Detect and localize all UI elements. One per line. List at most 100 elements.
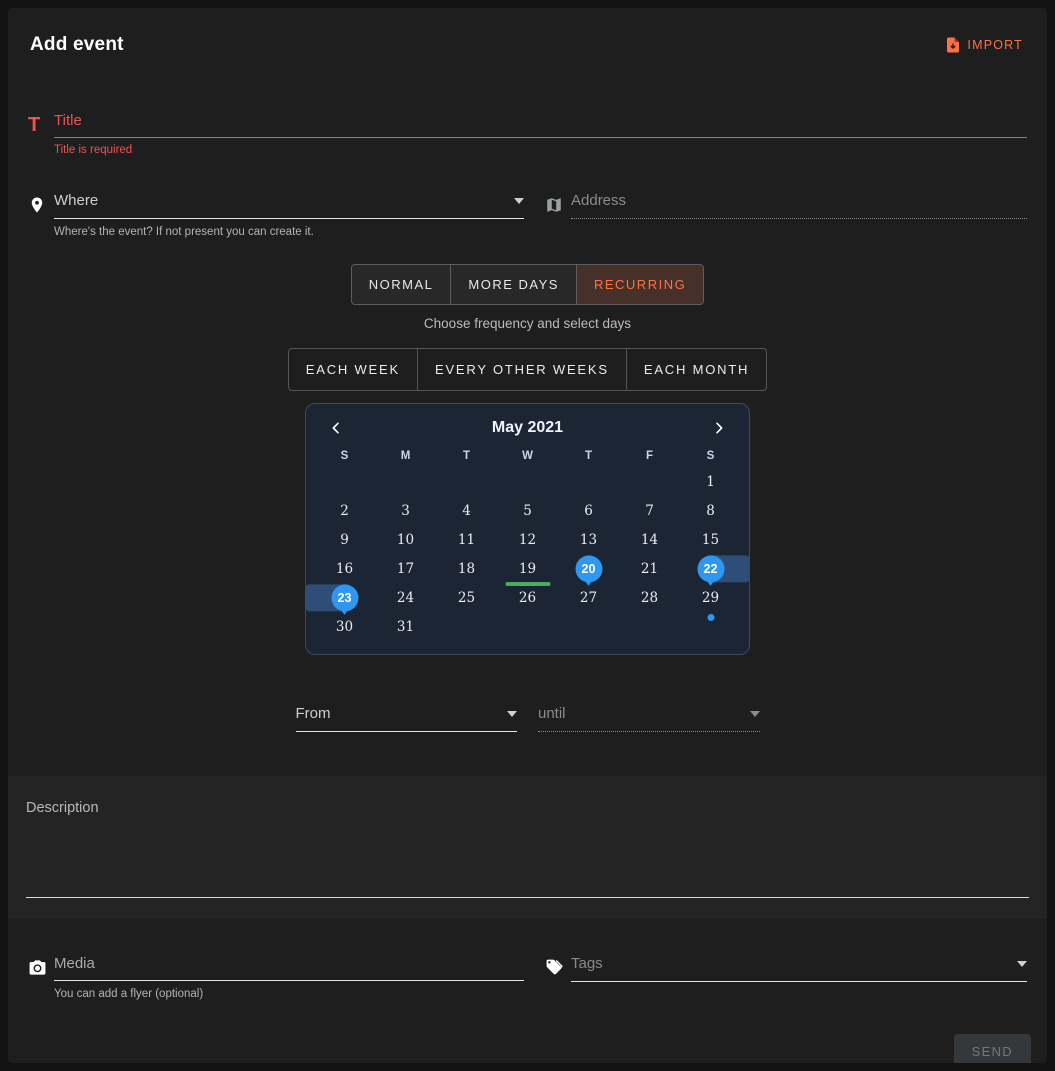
calendar-day-number: 31 [397,619,414,635]
calendar-day[interactable]: 6 [558,497,619,526]
send-button[interactable]: SEND [954,1034,1031,1063]
description-textarea[interactable] [26,800,1029,898]
chevron-down-icon [514,198,524,204]
calendar-day[interactable]: 13 [558,526,619,555]
calendar-day-number: 13 [580,532,597,548]
calendar-day-number: 1 [706,474,715,490]
calendar-day[interactable]: 2 [314,497,375,526]
calendar-day[interactable]: 31 [375,613,436,642]
calendar-day-empty [558,613,619,642]
calendar-day[interactable]: 14 [619,526,680,555]
calendar-day[interactable]: 24 [375,584,436,613]
page-title: Add event [30,34,124,56]
calendar-day-empty [375,468,436,497]
calendar-day[interactable]: 26 [497,584,558,613]
chevron-right-icon [711,420,727,436]
calendar-day[interactable]: 7 [619,497,680,526]
calendar-day[interactable]: 23 [314,584,375,613]
tags-select[interactable]: Tags [571,955,1027,982]
title-field: Title is required [54,112,1027,156]
calendar-day[interactable]: 15 [680,526,741,555]
calendar-day-number: 17 [397,561,414,577]
where-helper-text: Where's the event? If not present you ca… [54,226,524,238]
frequency-tabs: EACH WEEK EVERY OTHER WEEKS EACH MONTH [288,348,768,391]
tab-every-other-weeks[interactable]: EVERY OTHER WEEKS [417,349,626,390]
calendar-day[interactable]: 9 [314,526,375,555]
calendar-weekday: S [680,450,741,462]
calendar-day[interactable]: 10 [375,526,436,555]
calendar-week-row: 30 31 [314,613,741,642]
calendar-next-button[interactable] [705,415,733,441]
calendar-day[interactable]: 17 [375,555,436,584]
tab-normal[interactable]: NORMAL [352,265,451,304]
calendar-day[interactable]: 22 [680,555,741,584]
until-time-select[interactable]: until [538,705,760,732]
calendar-day[interactable]: 21 [619,555,680,584]
tab-each-month[interactable]: EACH MONTH [626,349,766,390]
calendar-day-number: 21 [641,561,658,577]
calendar-day-number: 16 [336,561,353,577]
import-button[interactable]: IMPORT [944,36,1023,54]
calendar-day[interactable]: 27 [558,584,619,613]
calendar-day-number: 24 [397,590,414,606]
tab-more-days[interactable]: MORE DAYS [450,265,576,304]
calendar-day[interactable]: 16 [314,555,375,584]
from-time-select[interactable]: From [296,705,518,732]
calendar-week-row: 2 3 4 5 6 7 8 [314,497,741,526]
calendar-day[interactable]: 3 [375,497,436,526]
calendar-day[interactable]: 12 [497,526,558,555]
map-icon [545,192,571,215]
calendar-day[interactable]: 25 [436,584,497,613]
calendar-day-number: 3 [401,503,410,519]
calendar-weekday: T [558,450,619,462]
frequency-helper-text: Choose frequency and select days [8,316,1047,331]
calendar-day-number: 2 [340,503,349,519]
title-format-icon: T [28,112,54,135]
address-field [571,192,1027,219]
calendar-day[interactable]: 18 [436,555,497,584]
calendar-day-number: 12 [519,532,536,548]
calendar-day-number: 18 [458,561,475,577]
calendar-day-number: 14 [641,532,658,548]
where-select-value: Where [54,192,98,209]
calendar-week-row: 91011 12 13 14 15 [314,526,741,555]
calendar-day-empty [619,613,680,642]
calendar-day-number: 4 [462,503,471,519]
calendar-day-number: 26 [519,590,536,606]
tab-recurring[interactable]: RECURRING [576,265,703,304]
event-mode-tabs: NORMAL MORE DAYS RECURRING [351,264,704,305]
calendar-day-number: 8 [706,503,715,519]
calendar-day-number: 30 [336,619,353,635]
calendar-day[interactable]: 8 [680,497,741,526]
chevron-down-icon [1017,961,1027,967]
calendar-day[interactable]: 11 [436,526,497,555]
tags-icon [545,955,571,977]
calendar-day[interactable]: 4 [436,497,497,526]
dialog-header: Add event IMPORT [8,8,1047,56]
calendar-day-empty [436,468,497,497]
calendar-day[interactable]: 19 [497,555,558,584]
import-file-icon [944,36,962,54]
calendar-day[interactable]: 1 [680,468,741,497]
calendar-day[interactable]: 20 [558,555,619,584]
calendar-day-number: 7 [645,503,654,519]
calendar-weekday-row: SMTWTFS [314,450,741,462]
calendar-prev-button[interactable] [322,415,350,441]
location-pin-icon [28,192,54,215]
calendar-day[interactable]: 29 [680,584,741,613]
where-select[interactable]: Where Where's the event? If not present … [54,192,524,238]
dialog-actions: SEND [8,1034,1047,1063]
calendar-day[interactable]: 5 [497,497,558,526]
calendar-day[interactable]: 28 [619,584,680,613]
media-input[interactable] [54,955,524,981]
calendar-day-number: 6 [584,503,593,519]
address-input[interactable] [571,192,1027,219]
calendar-day[interactable]: 30 [314,613,375,642]
media-tags-row: You can add a flyer (optional) Tags [8,955,1047,1000]
calendar-day-number: 23 [338,591,352,605]
tab-each-week[interactable]: EACH WEEK [289,349,417,390]
where-address-row: Where Where's the event? If not present … [8,192,1047,238]
time-range-row: From until [296,705,760,732]
calendar-weekday: F [619,450,680,462]
title-input[interactable] [54,112,1027,138]
